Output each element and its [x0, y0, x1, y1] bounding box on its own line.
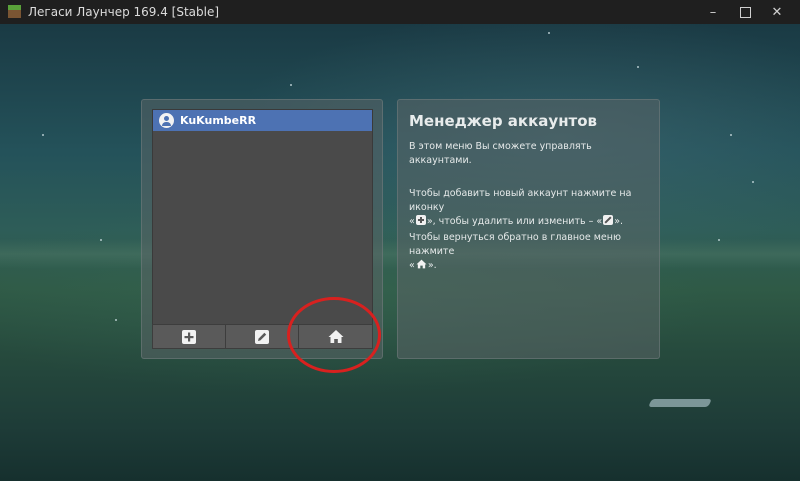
title-bar: Легаси Лаунчер 169.4 [Stable] – ✕ [0, 0, 800, 24]
minimize-icon: – [709, 4, 717, 20]
highlight-circle [287, 297, 381, 373]
star [730, 134, 732, 136]
account-name: KuKumbeRR [180, 114, 257, 127]
close-icon: ✕ [771, 4, 783, 20]
info-text: ». [427, 260, 437, 271]
star [752, 181, 754, 183]
info-text: « [409, 260, 415, 271]
star [100, 239, 102, 241]
pencil-icon [603, 215, 614, 225]
info-paragraph-1: В этом меню Вы сможете управлять аккаунт… [409, 140, 654, 168]
plus-icon [182, 329, 196, 344]
house-icon [416, 259, 427, 269]
maximize-icon [739, 6, 751, 18]
star [637, 66, 639, 68]
app-icon [8, 5, 21, 18]
account-item[interactable]: KuKumbeRR [153, 110, 372, 131]
info-panel [397, 99, 660, 359]
window-title: Легаси Лаунчер 169.4 [Stable] [28, 5, 220, 19]
star [115, 319, 117, 321]
info-text: В этом меню Вы сможете управлять аккаунт… [409, 141, 592, 166]
plus-icon [415, 215, 426, 225]
info-text: », чтобы удалить или изменить – « [426, 216, 603, 227]
info-paragraph-2: Чтобы добавить новый аккаунт нажмите на … [409, 187, 654, 229]
close-button[interactable]: ✕ [754, 0, 800, 24]
star [42, 134, 44, 136]
info-text: « [409, 216, 415, 227]
info-text: Чтобы добавить новый аккаунт нажмите на … [409, 188, 632, 213]
add-account-button[interactable] [152, 324, 226, 349]
info-title: Менеджер аккаунтов [409, 112, 598, 130]
star [548, 32, 550, 34]
star [290, 84, 292, 86]
info-text: Чтобы вернуться обратно в главное меню н… [409, 232, 621, 257]
info-text: ». [614, 216, 624, 227]
water-reflection [648, 399, 712, 407]
pencil-icon [255, 329, 269, 344]
user-avatar-icon [159, 113, 174, 128]
star [718, 239, 720, 241]
info-paragraph-3: Чтобы вернуться обратно в главное меню н… [409, 231, 654, 273]
